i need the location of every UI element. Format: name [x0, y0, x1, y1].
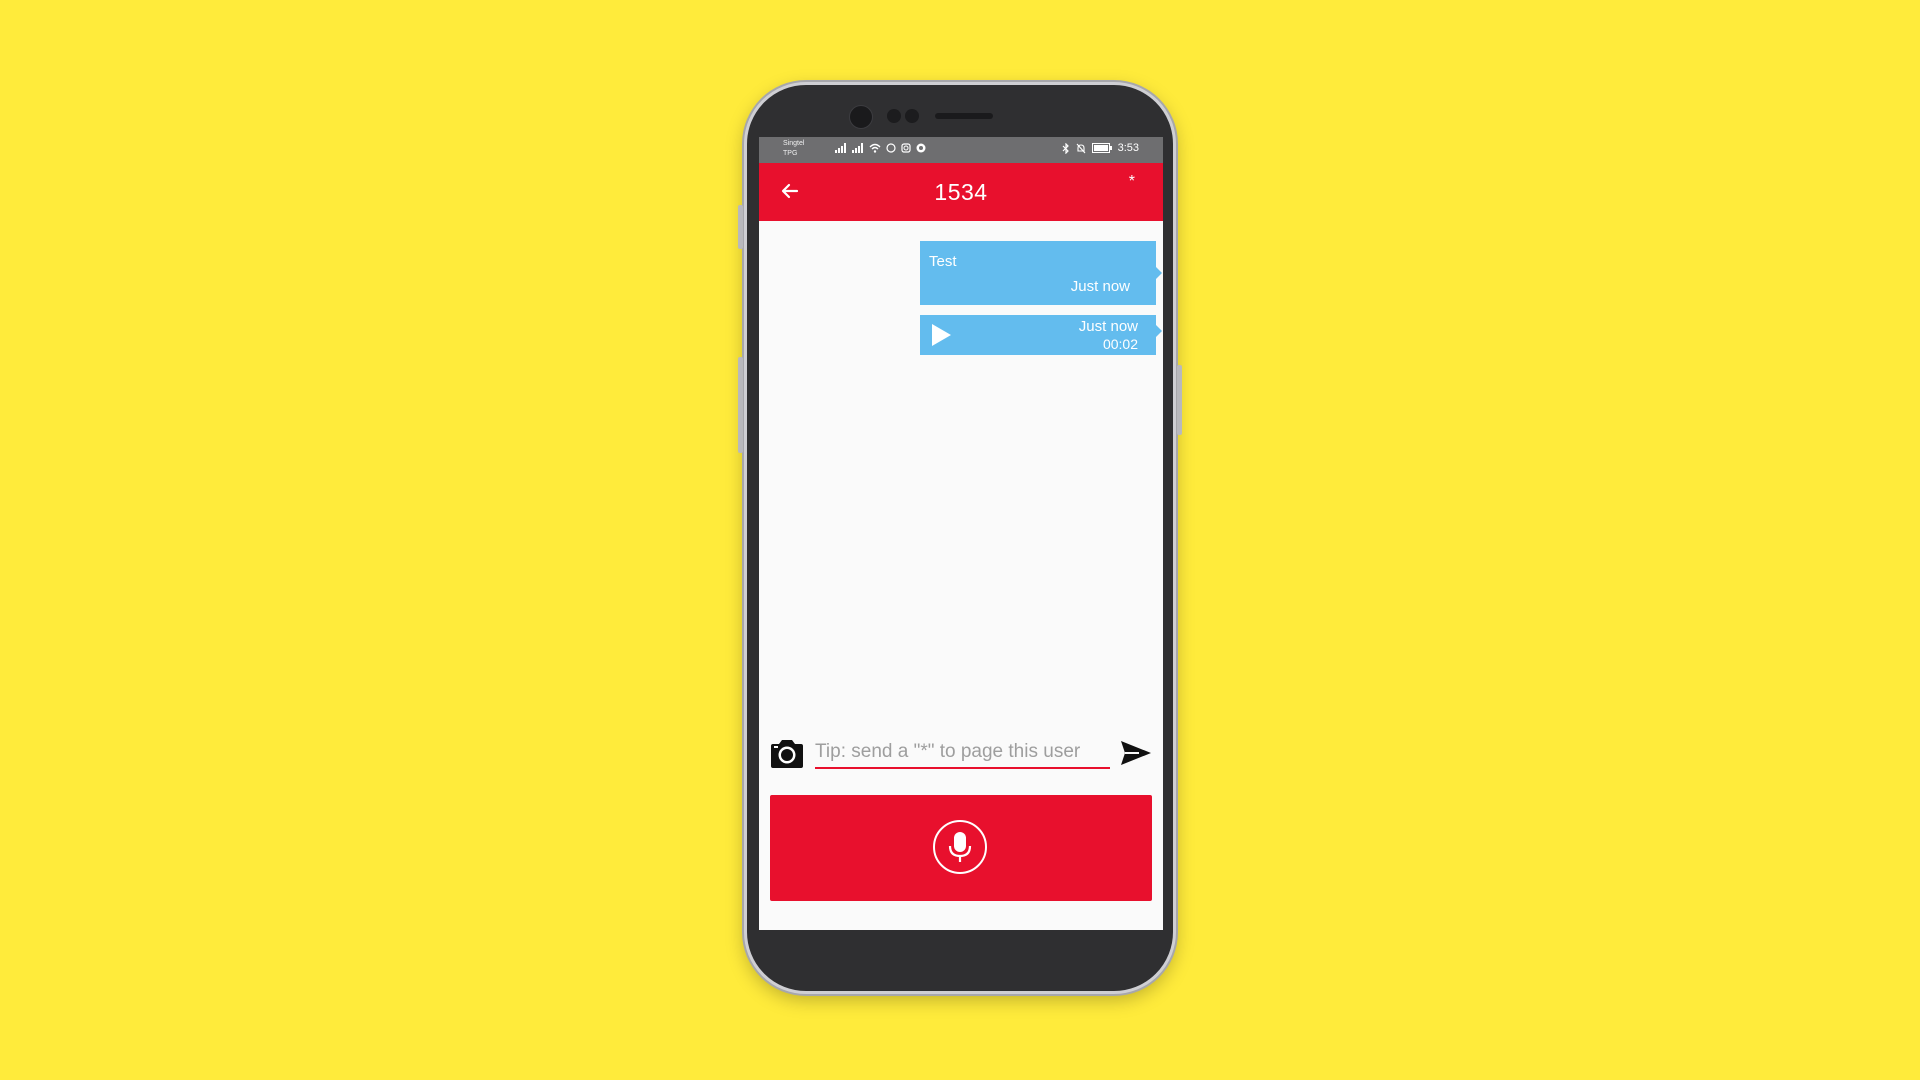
send-icon[interactable] [1119, 739, 1153, 767]
side-button [738, 357, 743, 453]
phone-screen: Singtel TPG 3:53 1534 * Test Just now Ju… [759, 137, 1163, 930]
app-bar: 1534 * [759, 163, 1163, 221]
wifi-icon [869, 143, 881, 153]
status-bar: Singtel TPG 3:53 [759, 137, 1163, 163]
carrier-info: Singtel TPG [783, 139, 804, 159]
signal-icon [852, 143, 863, 153]
message-time: Just now [1070, 278, 1130, 295]
play-icon[interactable] [929, 323, 953, 347]
voice-message-bubble[interactable]: Just now 00:02 [920, 315, 1162, 355]
power-button [1177, 365, 1182, 435]
clock: 3:53 [1117, 142, 1139, 154]
status-icons-right: 3:53 [1062, 142, 1139, 154]
volume-button [738, 205, 743, 249]
battery-icon [1091, 143, 1112, 153]
instagram-icon [901, 143, 911, 153]
text-message-bubble[interactable]: Test Just now [920, 241, 1162, 305]
carrier-name-1: Singtel [783, 140, 805, 147]
mic-circle [933, 820, 987, 874]
carrier-name-2: TPG [783, 150, 798, 157]
signal-icon [835, 143, 846, 153]
microphone-icon [948, 832, 972, 862]
sensor [887, 109, 901, 123]
front-camera [849, 105, 873, 129]
message-input[interactable] [815, 737, 1110, 769]
phone-frame: Singtel TPG 3:53 1534 * Test Just now Ju… [738, 82, 1182, 994]
notification-icon [916, 143, 926, 153]
message-list[interactable]: Test Just now Just now 00:02 [759, 221, 1163, 721]
message-text: Test [929, 253, 957, 270]
earpiece-speaker [935, 113, 993, 119]
composer [759, 733, 1163, 777]
page-user-button[interactable]: * [1129, 173, 1135, 191]
mute-icon [1076, 143, 1085, 153]
record-voice-button[interactable] [770, 795, 1152, 901]
camera-icon[interactable] [769, 738, 805, 770]
whatsapp-icon [886, 143, 896, 153]
message-time: Just now [1078, 318, 1138, 335]
conversation-title: 1534 [934, 179, 988, 205]
sensor [905, 109, 919, 123]
bluetooth-icon [1062, 142, 1069, 154]
status-icons-left [835, 143, 926, 153]
voice-duration: 00:02 [1102, 336, 1138, 352]
